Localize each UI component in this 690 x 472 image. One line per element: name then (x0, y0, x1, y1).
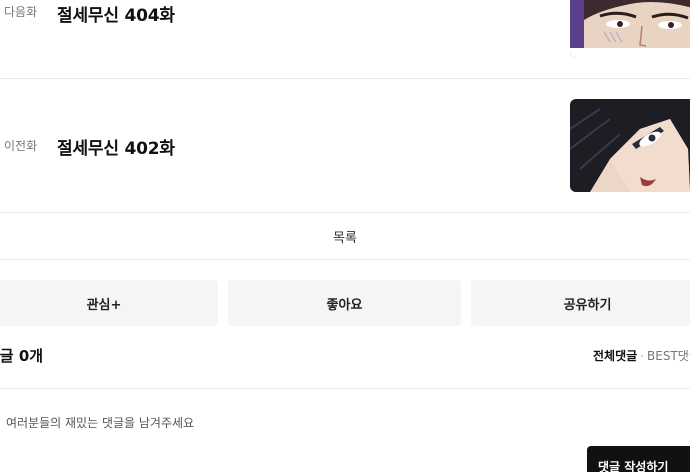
next-episode-label: 다음화 (4, 5, 38, 19)
divider (0, 259, 690, 260)
next-episode-thumbnail[interactable] (570, 0, 690, 58)
next-episode-row[interactable]: 다음화 절세무신 404화 (0, 0, 690, 78)
like-button[interactable]: 좋아요 (228, 280, 461, 326)
next-episode-title[interactable]: 절세무신 404화 (57, 1, 175, 26)
sort-best-comments-tab[interactable]: BEST댓글 (647, 349, 690, 363)
separator-dot: · (640, 349, 644, 363)
prev-episode-title[interactable]: 절세무신 402화 (57, 134, 175, 159)
comment-sort-tabs: 전체댓글·BEST댓글 (593, 347, 690, 364)
prev-episode-thumbnail-image (570, 99, 690, 192)
comment-input[interactable]: 여러분들의 재밌는 댓글을 남겨주세요 (6, 414, 194, 431)
next-episode-thumbnail-image (570, 0, 690, 58)
prev-episode-thumbnail[interactable] (570, 99, 690, 192)
write-comment-button[interactable]: 댓글 작성하기 (587, 446, 690, 472)
share-button[interactable]: 공유하기 (471, 280, 690, 326)
episode-footer-page: 다음화 절세무신 404화 이전화 절세무신 402화 목록 관심+ 좋아요 공… (0, 0, 690, 472)
favorite-button[interactable]: 관심+ (0, 280, 218, 326)
episode-list-button[interactable]: 목록 (0, 213, 690, 259)
comments-count-title: 댓글 0개 (0, 347, 44, 365)
prev-episode-label: 이전화 (4, 139, 38, 153)
sort-all-comments-tab[interactable]: 전체댓글 (593, 349, 637, 363)
prev-episode-row[interactable]: 이전화 절세무신 402화 (0, 79, 690, 212)
divider (0, 388, 690, 389)
